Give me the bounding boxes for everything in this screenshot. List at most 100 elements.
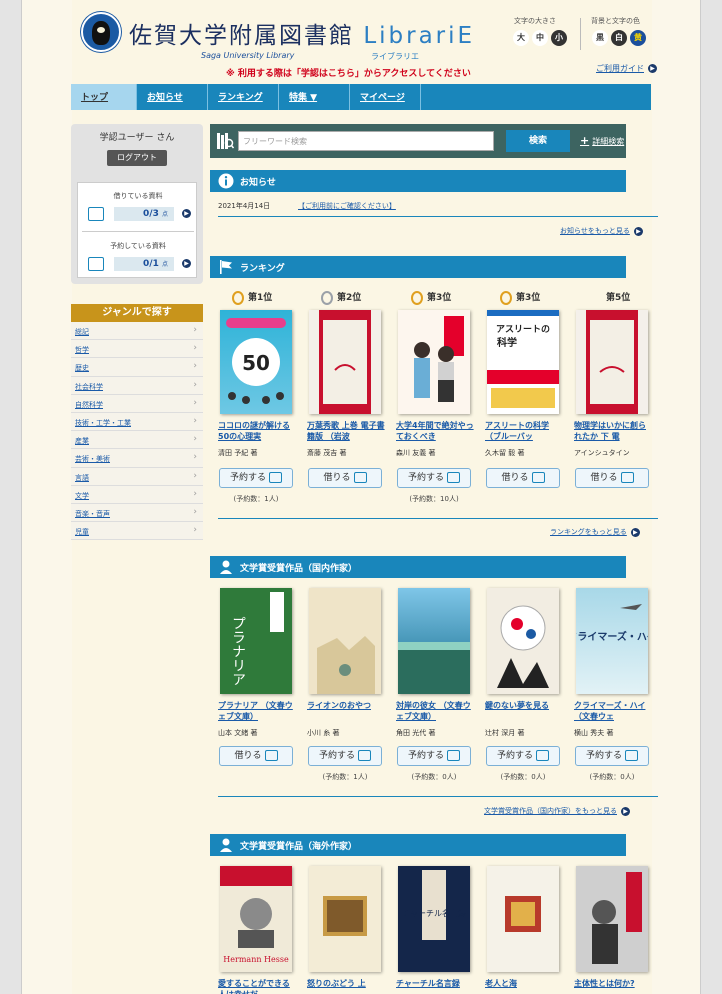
reserve-button[interactable]: 予約する — [397, 746, 471, 766]
person-icon — [220, 838, 232, 852]
borrow-button[interactable]: 借りる — [486, 468, 560, 488]
book-cover[interactable]: チャーチル名言録 — [398, 866, 470, 972]
cover-illustration: アスリートの科学 — [487, 310, 559, 408]
user-guide-link[interactable]: ご利用ガイド ▶ — [596, 63, 657, 74]
svg-text:50: 50 — [242, 351, 270, 375]
cover-title: チャーチル名言録 — [402, 908, 466, 918]
book-title-link[interactable]: 鍵のない夢を見る — [485, 700, 563, 722]
book-cover[interactable] — [487, 866, 559, 972]
nav-news[interactable]: お知らせ — [137, 84, 208, 110]
genre-item[interactable]: 産業 › — [71, 431, 203, 450]
color-black-button[interactable]: 黒 — [592, 30, 608, 46]
borrowed-arrow-icon[interactable]: ▶ — [178, 209, 191, 219]
reserve-button[interactable]: 予約する — [219, 468, 293, 488]
borrow-button[interactable]: 借りる — [308, 468, 382, 488]
book-title-link[interactable]: 怒りのぶどう 上 — [307, 978, 385, 994]
news-more-link[interactable]: お知らせをもっと見る ▶ — [560, 226, 643, 236]
font-size-small-button[interactable]: 小 — [551, 30, 567, 46]
borrow-button[interactable]: 借りる — [219, 746, 293, 766]
book-title-link[interactable]: 万葉秀歌 上巻 電子書籍版 （岩波 — [307, 420, 385, 442]
cover-illustration — [398, 642, 470, 694]
cover-illustration: Hermann Hesse — [220, 866, 292, 964]
book-author: 山本 文緒 著 — [218, 729, 258, 737]
site-logo-title[interactable]: 佐賀大学附属図書館 LibrariE — [129, 16, 475, 50]
nav-top[interactable]: トップ — [71, 84, 137, 110]
book-cover[interactable]: Hermann Hesse — [220, 866, 292, 972]
genre-item[interactable]: 技術・工学・工業 › — [71, 412, 203, 432]
book-title-link[interactable]: ライオンのおやつ — [307, 700, 385, 722]
cover-illustration — [497, 605, 549, 688]
book-cover[interactable] — [576, 866, 648, 972]
book-title-link[interactable]: 大学4年間で絶対やっておくべき — [396, 420, 474, 442]
borrow-button[interactable]: 借りる — [575, 468, 649, 488]
book-title-link[interactable]: 主体性とは何か? — [574, 978, 652, 994]
book-title-link[interactable]: チャーチル名言録 — [396, 978, 474, 994]
book-cover[interactable]: アスリートの 科学 — [487, 310, 559, 414]
book-cover[interactable]: クライマーズ・ハイ — [576, 588, 648, 694]
cover-illustration: プラナリア — [230, 592, 284, 686]
access-notice: ※ 利用する際は「学認はこちら」からアクセスしてください — [226, 69, 471, 79]
book-title-link[interactable]: 愛することができる人は幸せだ — [218, 978, 296, 994]
book-cover[interactable] — [309, 310, 381, 414]
book-title-link[interactable]: 老人と海 — [485, 978, 563, 994]
svg-text:アスリートの: アスリートの — [496, 324, 550, 335]
site-subtitle-ruby: ライブラリエ — [371, 52, 419, 61]
bronze-medal-icon — [411, 290, 423, 305]
genre-item[interactable]: 歴史 › — [71, 358, 203, 377]
book-cover[interactable] — [309, 588, 381, 694]
chevron-right-icon: › — [193, 379, 197, 390]
chevron-right-icon: › — [193, 506, 197, 517]
book-cover[interactable] — [309, 866, 381, 972]
info-icon — [218, 173, 234, 189]
user-box: 学認ユーザー さん ログアウト 借りている資料 0/3 点 ▶ 予約している資料… — [71, 124, 203, 284]
cover-illustration — [319, 310, 371, 414]
genre-item[interactable]: 言語 › — [71, 467, 203, 486]
domestic-more-link[interactable]: 文学賞受賞作品（国内作家）をもっと見る ▶ — [484, 806, 630, 816]
reserve-button[interactable]: 予約する — [397, 468, 471, 488]
book-title-link[interactable]: アスリートの科学 （ブルーバッ — [485, 420, 563, 442]
genre-item[interactable]: 芸術・美術 › — [71, 449, 203, 468]
logout-button[interactable]: ログアウト — [107, 150, 167, 166]
color-white-button[interactable]: 白 — [611, 30, 627, 46]
book-title-link[interactable]: プラナリア （文春ウェブ文庫） — [218, 700, 296, 722]
search-input[interactable]: フリーワード検索 — [238, 131, 494, 151]
book-author: 小川 糸 著 — [307, 729, 340, 737]
book-title-link[interactable]: 物理学はいかに創られたか 下 電 — [574, 420, 652, 442]
ranking-more-link[interactable]: ランキングをもっと見る ▶ — [550, 527, 640, 537]
ranking-divider — [218, 518, 658, 519]
genre-item[interactable]: 総記 › — [71, 322, 203, 341]
nav-feature[interactable]: 特集 ▼ — [279, 84, 350, 110]
advanced-search-link[interactable]: + 詳細検索 — [580, 134, 624, 147]
reserved-count: 0/1 点 — [114, 257, 174, 271]
genre-item[interactable]: 哲学 › — [71, 340, 203, 359]
font-size-medium-button[interactable]: 中 — [532, 30, 548, 46]
book-title-link[interactable]: 対岸の彼女 （文春ウェブ文庫） — [396, 700, 474, 722]
reserved-arrow-icon[interactable]: ▶ — [178, 259, 191, 269]
genre-item[interactable]: 文学 › — [71, 485, 203, 504]
nav-mypage[interactable]: マイページ — [350, 84, 421, 110]
font-size-large-button[interactable]: 大 — [513, 30, 529, 46]
book-cover[interactable]: プラナリア — [220, 588, 292, 694]
university-emblem-icon[interactable] — [81, 12, 121, 52]
reserve-button[interactable]: 予約する — [486, 746, 560, 766]
news-link[interactable]: 【ご利用前にご確認ください】 — [298, 201, 396, 211]
genre-item[interactable]: 社会科学 › — [71, 376, 203, 395]
genre-item[interactable]: 音楽・音声 › — [71, 503, 203, 523]
book-title-link[interactable]: クライマーズ・ハイ （文春ウェ — [574, 700, 652, 722]
book-cover[interactable] — [576, 310, 648, 414]
book-cover[interactable] — [398, 588, 470, 694]
reserve-button[interactable]: 予約する — [308, 746, 382, 766]
cover-title: Hermann Hesse — [223, 955, 289, 964]
search-button[interactable]: 検索 — [506, 130, 570, 152]
genre-item[interactable]: 自然科学 › — [71, 394, 203, 413]
book-cover[interactable] — [398, 310, 470, 414]
reservation-count: (予約数：1人) — [322, 773, 368, 781]
nav-ranking[interactable]: ランキング — [208, 84, 279, 110]
book-cover[interactable] — [487, 588, 559, 694]
genre-item[interactable]: 児童 › — [71, 522, 203, 541]
reserve-button[interactable]: 予約する — [575, 746, 649, 766]
color-yellow-button[interactable]: 黄 — [630, 30, 646, 46]
reserved-label: 予約している資料 — [110, 242, 166, 250]
book-cover[interactable]: 50 — [220, 310, 292, 414]
book-title-link[interactable]: ココロの謎が解ける50の心理実 — [218, 420, 296, 442]
